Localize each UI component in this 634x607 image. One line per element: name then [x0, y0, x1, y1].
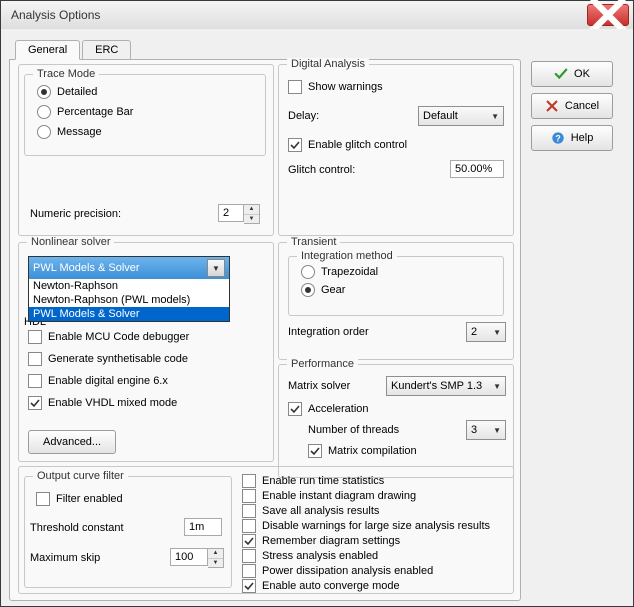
chevron-down-icon: ▼: [493, 328, 501, 337]
acceleration-check[interactable]: Acceleration: [288, 402, 369, 416]
threshold-input[interactable]: 1m: [184, 518, 222, 536]
integration-gear[interactable]: Gear: [301, 283, 378, 297]
enable-mcu-debugger[interactable]: Enable MCU Code debugger: [28, 330, 189, 344]
tab-bar: General ERC: [15, 37, 625, 59]
close-button[interactable]: [587, 4, 629, 26]
stress-analysis[interactable]: Stress analysis enabled: [242, 549, 490, 563]
titlebar: Analysis Options: [1, 1, 633, 30]
tab-page-general: Trace Mode Detailed Percentage Bar Messa…: [9, 59, 521, 601]
matrix-compilation-check[interactable]: Matrix compilation: [308, 444, 417, 458]
numeric-precision-input[interactable]: 2: [218, 204, 244, 222]
nonlinear-combo[interactable]: PWL Models & Solver ▼ Newton-Raphson New…: [28, 256, 230, 322]
auto-converge[interactable]: Enable auto converge mode: [242, 579, 490, 593]
transient-legend: Transient: [287, 236, 340, 248]
enable-runtime-stats[interactable]: Enable run time statistics: [242, 474, 490, 488]
delay-label: Delay:: [288, 110, 319, 122]
ok-label: OK: [574, 68, 590, 80]
max-skip-spinner[interactable]: ▲▼: [208, 548, 224, 568]
digital-show-warnings[interactable]: Show warnings: [288, 80, 383, 94]
nonlinear-selected: PWL Models & Solver: [33, 262, 140, 274]
enable-digital-engine-6x[interactable]: Enable digital engine 6.x: [28, 374, 189, 388]
ok-button[interactable]: OK: [531, 61, 613, 87]
svg-text:?: ?: [555, 134, 560, 144]
glitch-label: Glitch control:: [288, 164, 355, 176]
disable-large-warnings[interactable]: Disable warnings for large size analysis…: [242, 519, 490, 533]
integration-order-combo[interactable]: 2▼: [466, 322, 506, 342]
chevron-down-icon: ▼: [207, 259, 225, 277]
performance-legend: Performance: [287, 358, 358, 370]
ocf-legend: Output curve filter: [33, 470, 128, 482]
enable-instant-diagram[interactable]: Enable instant diagram drawing: [242, 489, 490, 503]
glitch-input[interactable]: 50.00%: [450, 160, 504, 178]
chevron-down-icon: ▼: [493, 382, 501, 391]
generate-synth-code[interactable]: Generate synthetisable code: [28, 352, 189, 366]
digital-legend: Digital Analysis: [287, 58, 369, 70]
analysis-options-dialog: Analysis Options General ERC OK Cancel ?…: [0, 0, 634, 607]
numeric-precision-label: Numeric precision:: [30, 208, 121, 220]
matrix-solver-combo[interactable]: Kundert's SMP 1.3▼: [386, 376, 506, 396]
numeric-precision-spinner[interactable]: ▲▼: [244, 204, 260, 224]
chevron-down-icon: ▼: [491, 112, 499, 121]
help-icon: ?: [551, 131, 565, 145]
advanced-button[interactable]: Advanced...: [28, 430, 116, 454]
enable-vhdl-mixed[interactable]: Enable VHDL mixed mode: [28, 396, 189, 410]
remember-diagram-settings[interactable]: Remember diagram settings: [242, 534, 490, 548]
matrix-solver-label: Matrix solver: [288, 380, 350, 392]
tab-erc[interactable]: ERC: [82, 40, 131, 59]
ok-icon: [554, 67, 568, 81]
side-buttons: OK Cancel ? Help: [531, 61, 613, 151]
nonlinear-opt-nr[interactable]: Newton-Raphson: [29, 279, 229, 293]
max-skip-label: Maximum skip: [30, 552, 100, 564]
enable-glitch-control[interactable]: Enable glitch control: [288, 138, 407, 152]
help-button[interactable]: ? Help: [531, 125, 613, 151]
integration-trapezoidal[interactable]: Trapezoidal: [301, 265, 378, 279]
chevron-down-icon: ▼: [493, 426, 501, 435]
tab-general[interactable]: General: [15, 40, 80, 60]
integration-legend: Integration method: [297, 250, 397, 262]
nonlinear-opt-nrpwl[interactable]: Newton-Raphson (PWL models): [29, 293, 229, 307]
dialog-body: General ERC OK Cancel ? Help Trace Mode: [1, 29, 633, 606]
threads-combo[interactable]: 3▼: [466, 420, 506, 440]
integration-method-group: Integration method Trapezoidal Gear: [288, 256, 504, 316]
help-label: Help: [571, 132, 594, 144]
save-all-results[interactable]: Save all analysis results: [242, 504, 490, 518]
threads-label: Number of threads: [308, 424, 399, 436]
filter-enabled-check[interactable]: Filter enabled: [36, 492, 123, 506]
nonlinear-legend: Nonlinear solver: [27, 236, 114, 248]
power-dissipation[interactable]: Power dissipation analysis enabled: [242, 564, 490, 578]
cancel-button[interactable]: Cancel: [531, 93, 613, 119]
nonlinear-opt-pwl[interactable]: PWL Models & Solver: [29, 307, 229, 321]
cancel-label: Cancel: [565, 100, 599, 112]
cancel-icon: [545, 99, 559, 113]
threshold-label: Threshold constant: [30, 522, 124, 534]
delay-combo[interactable]: Default▼: [418, 106, 504, 126]
window-title: Analysis Options: [11, 8, 587, 22]
max-skip-input[interactable]: 100: [170, 548, 208, 566]
integration-order-label: Integration order: [288, 326, 369, 338]
